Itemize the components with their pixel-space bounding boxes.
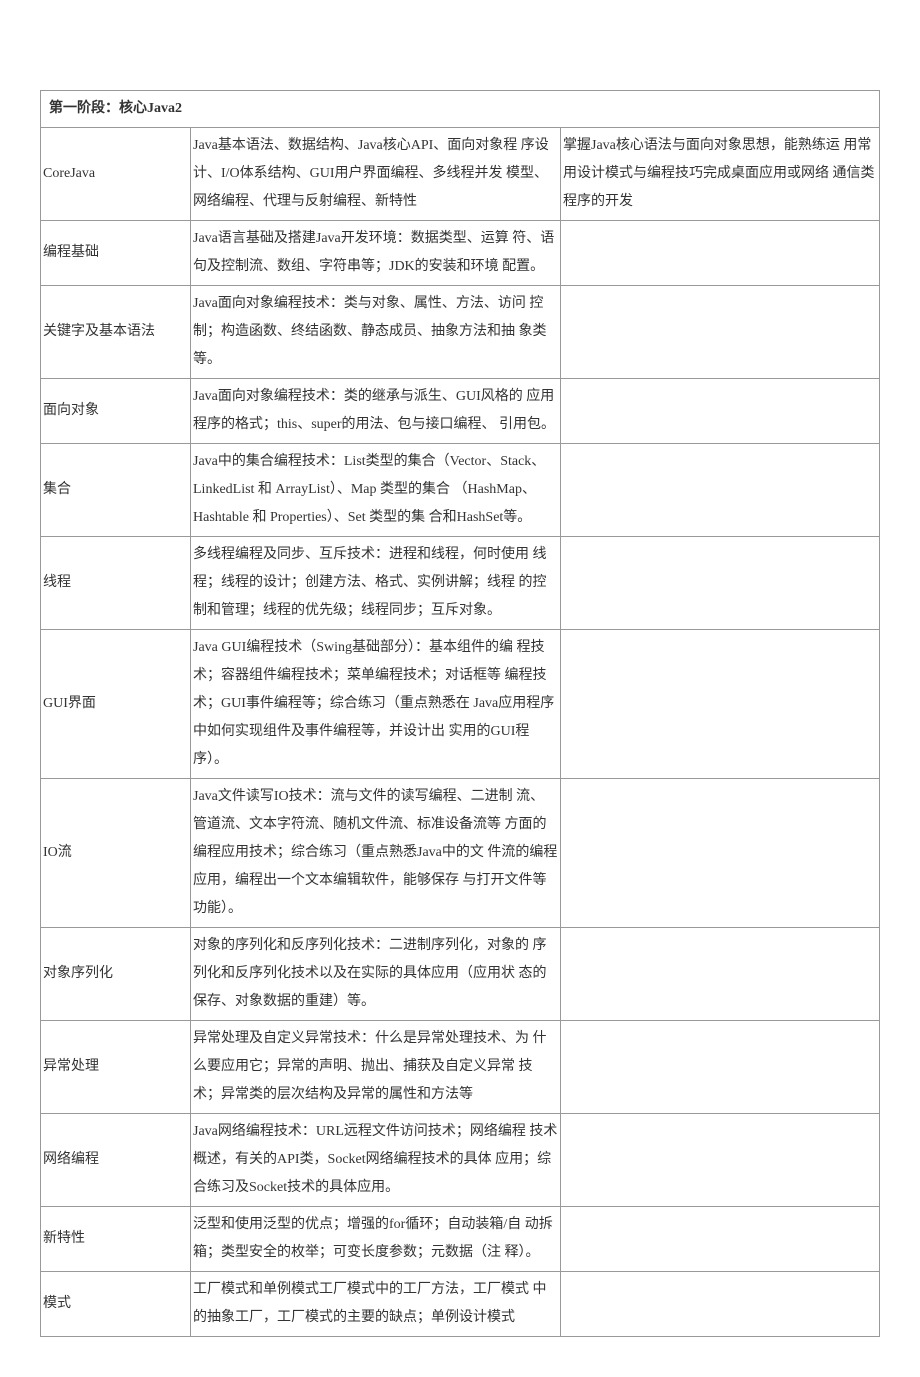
- table-row: 异常处理异常处理及自定义异常技术：什么是异常处理技术、为 什么要应用它；异常的声…: [41, 1021, 880, 1114]
- topic-cell: GUI界面: [41, 630, 191, 779]
- content-cell: 泛型和使用泛型的优点；增强的for循环；自动装箱/自 动拆箱；类型安全的枚举；可…: [191, 1207, 561, 1272]
- content-cell: Java语言基础及搭建Java开发环境：数据类型、运算 符、语句及控制流、数组、…: [191, 221, 561, 286]
- objective-cell: [561, 1272, 880, 1337]
- topic-cell: 面向对象: [41, 379, 191, 444]
- objective-cell: [561, 1114, 880, 1207]
- table-row: CoreJavaJava基本语法、数据结构、Java核心API、面向对象程 序设…: [41, 128, 880, 221]
- objective-cell: [561, 630, 880, 779]
- objective-cell: 掌握Java核心语法与面向对象思想，能熟练运 用常用设计模式与编程技巧完成桌面应…: [561, 128, 880, 221]
- objective-cell: [561, 1021, 880, 1114]
- topic-cell: CoreJava: [41, 128, 191, 221]
- topic-cell: 新特性: [41, 1207, 191, 1272]
- topic-cell: 对象序列化: [41, 928, 191, 1021]
- objective-cell: [561, 221, 880, 286]
- table-row: IO流Java文件读写IO技术：流与文件的读写编程、二进制 流、管道流、文本字符…: [41, 779, 880, 928]
- table-row: 对象序列化对象的序列化和反序列化技术：二进制序列化，对象的 序列化和反序列化技术…: [41, 928, 880, 1021]
- stage-header: 第一阶段：核心Java2: [41, 91, 880, 128]
- content-cell: Java面向对象编程技术：类与对象、属性、方法、访问 控制；构造函数、终结函数、…: [191, 286, 561, 379]
- content-cell: 异常处理及自定义异常技术：什么是异常处理技术、为 什么要应用它；异常的声明、抛出…: [191, 1021, 561, 1114]
- table-row: 集合Java中的集合编程技术：List类型的集合（Vector、Stack、Li…: [41, 444, 880, 537]
- objective-cell: [561, 444, 880, 537]
- topic-cell: 编程基础: [41, 221, 191, 286]
- objective-cell: [561, 379, 880, 444]
- topic-cell: 关键字及基本语法: [41, 286, 191, 379]
- content-cell: Java GUI编程技术（Swing基础部分）：基本组件的编 程技术；容器组件编…: [191, 630, 561, 779]
- content-cell: Java面向对象编程技术：类的继承与派生、GUI风格的 应用程序的格式；this…: [191, 379, 561, 444]
- table-row: 关键字及基本语法Java面向对象编程技术：类与对象、属性、方法、访问 控制；构造…: [41, 286, 880, 379]
- content-cell: Java网络编程技术：URL远程文件访问技术；网络编程 技术概述，有关的API类…: [191, 1114, 561, 1207]
- objective-cell: [561, 537, 880, 630]
- table-row: 面向对象Java面向对象编程技术：类的继承与派生、GUI风格的 应用程序的格式；…: [41, 379, 880, 444]
- topic-cell: IO流: [41, 779, 191, 928]
- content-cell: 工厂模式和单例模式工厂模式中的工厂方法，工厂模式 中的抽象工厂，工厂模式的主要的…: [191, 1272, 561, 1337]
- content-cell: Java中的集合编程技术：List类型的集合（Vector、Stack、Link…: [191, 444, 561, 537]
- topic-cell: 线程: [41, 537, 191, 630]
- table-row: GUI界面Java GUI编程技术（Swing基础部分）：基本组件的编 程技术；…: [41, 630, 880, 779]
- topic-cell: 异常处理: [41, 1021, 191, 1114]
- topic-cell: 集合: [41, 444, 191, 537]
- table-header-row: 第一阶段：核心Java2: [41, 91, 880, 128]
- objective-cell: [561, 1207, 880, 1272]
- table-row: 新特性泛型和使用泛型的优点；增强的for循环；自动装箱/自 动拆箱；类型安全的枚…: [41, 1207, 880, 1272]
- content-cell: Java基本语法、数据结构、Java核心API、面向对象程 序设计、I/O体系结…: [191, 128, 561, 221]
- topic-cell: 模式: [41, 1272, 191, 1337]
- content-cell: 对象的序列化和反序列化技术：二进制序列化，对象的 序列化和反序列化技术以及在实际…: [191, 928, 561, 1021]
- table-row: 模式工厂模式和单例模式工厂模式中的工厂方法，工厂模式 中的抽象工厂，工厂模式的主…: [41, 1272, 880, 1337]
- content-cell: 多线程编程及同步、互斥技术：进程和线程，何时使用 线程；线程的设计；创建方法、格…: [191, 537, 561, 630]
- curriculum-table: 第一阶段：核心Java2 CoreJavaJava基本语法、数据结构、Java核…: [40, 90, 880, 1337]
- objective-cell: [561, 928, 880, 1021]
- table-row: 编程基础Java语言基础及搭建Java开发环境：数据类型、运算 符、语句及控制流…: [41, 221, 880, 286]
- content-cell: Java文件读写IO技术：流与文件的读写编程、二进制 流、管道流、文本字符流、随…: [191, 779, 561, 928]
- objective-cell: [561, 779, 880, 928]
- objective-cell: [561, 286, 880, 379]
- table-row: 线程多线程编程及同步、互斥技术：进程和线程，何时使用 线程；线程的设计；创建方法…: [41, 537, 880, 630]
- topic-cell: 网络编程: [41, 1114, 191, 1207]
- table-row: 网络编程Java网络编程技术：URL远程文件访问技术；网络编程 技术概述，有关的…: [41, 1114, 880, 1207]
